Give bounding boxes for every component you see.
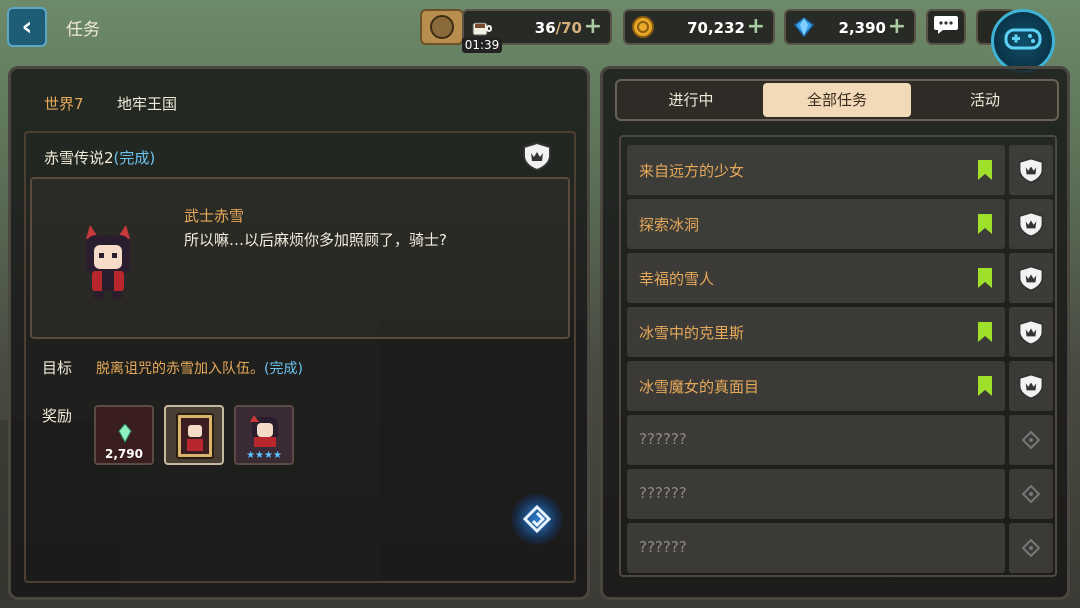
list-item[interactable]: ?????? — [627, 469, 1005, 519]
list-item[interactable]: 冰雪魔女的真面目 — [627, 361, 1005, 411]
shield-icon — [520, 141, 554, 175]
compass-icon[interactable] — [420, 9, 464, 45]
stamina-plus-icon[interactable]: + — [584, 14, 602, 39]
bookmark-icon — [977, 321, 993, 343]
reward-hero-portrait[interactable]: ★★★★ — [234, 405, 294, 465]
quest-list-panel: 进行中 全部任务 活动 来自远方的少女 探索冰洞 幸福的雪人 冰雪中的克里斯 冰… — [600, 66, 1070, 600]
quest-name: 冰雪中的克里斯 — [639, 324, 745, 342]
list-item[interactable]: 来自远方的少女 — [627, 145, 1005, 195]
gold-coin-icon — [631, 15, 655, 43]
locked-diamond-icon — [1009, 469, 1053, 519]
tab-all-quests[interactable]: 全部任务 — [763, 83, 911, 117]
reward-label: 奖励 — [42, 407, 73, 425]
bookmark-icon — [977, 213, 993, 235]
shield-icon — [1009, 199, 1053, 249]
rune-glyph-icon[interactable] — [511, 493, 563, 545]
quest-title: 赤雪传说2(完成) — [44, 149, 156, 167]
tab-in-progress[interactable]: 进行中 — [619, 83, 763, 117]
npc-name: 武士赤雪 — [184, 207, 245, 225]
shield-icon — [1009, 307, 1053, 357]
chat-bubble-icon — [933, 14, 959, 40]
list-item[interactable]: ?????? — [627, 415, 1005, 465]
quest-tabs: 进行中 全部任务 活动 — [615, 79, 1059, 121]
diamond-icon — [792, 15, 816, 43]
gamepad-button[interactable] — [991, 9, 1055, 73]
list-item[interactable]: 幸福的雪人 — [627, 253, 1005, 303]
gem-counter[interactable]: 2,390 + — [784, 9, 916, 45]
tab-events[interactable]: 活动 — [913, 83, 1057, 117]
gem-value: 2,390 — [838, 19, 886, 37]
quest-name: 幸福的雪人 — [639, 270, 715, 288]
chevron-left-icon: ‹ — [21, 12, 33, 42]
quest-detail-panel: 世界7 地牢王国 赤雪传说2(完成) 武士赤雪 所以嘛…以后麻烦你多加照顾了，骑… — [8, 66, 590, 600]
gem-icon — [118, 423, 132, 447]
quest-name: ?????? — [639, 538, 687, 556]
reward-gem[interactable]: 2,790 — [94, 405, 154, 465]
gem-plus-icon[interactable]: + — [888, 14, 906, 39]
list-item[interactable]: 探索冰洞 — [627, 199, 1005, 249]
hero-portrait-icon — [246, 413, 284, 451]
gold-counter[interactable]: 70,232 + — [623, 9, 775, 45]
reward-hero-stars: ★★★★ — [246, 450, 282, 461]
bookmark-icon — [977, 375, 993, 397]
gamepad-icon — [1004, 25, 1042, 57]
goal-text: 脱离诅咒的赤雪加入队伍。(完成) — [96, 361, 303, 377]
back-button[interactable]: ‹ — [7, 7, 47, 47]
list-item[interactable]: ?????? — [627, 523, 1005, 573]
chat-button[interactable] — [926, 9, 966, 45]
gold-value: 70,232 — [687, 19, 745, 37]
quest-name: 来自远方的少女 — [639, 162, 745, 180]
breadcrumb-world: 世界7 — [44, 95, 84, 113]
shield-icon — [1009, 253, 1053, 303]
stamina-value: 36/70 — [534, 19, 582, 37]
quest-name: ?????? — [639, 430, 687, 448]
goal-label: 目标 — [42, 359, 73, 377]
hero-card-icon — [176, 413, 214, 463]
reward-gem-count: 2,790 — [105, 447, 143, 461]
bookmark-icon — [977, 267, 993, 289]
locked-diamond-icon — [1009, 523, 1053, 573]
shield-icon — [1009, 145, 1053, 195]
quest-name: 冰雪魔女的真面目 — [639, 378, 760, 396]
breadcrumb-region: 地牢王国 — [117, 95, 178, 113]
stamina-timer: 01:39 — [462, 37, 502, 53]
page-title: 任务 — [66, 20, 100, 40]
npc-dialog-line: 所以嘛…以后麻烦你多加照顾了，骑士? — [184, 231, 447, 249]
shield-icon — [1009, 361, 1053, 411]
quest-name: 探索冰洞 — [639, 216, 700, 234]
top-bar: ‹ 任务 36/70 + 01:39 70,232 + 2,390 + — [0, 0, 1080, 73]
quest-list: 来自远方的少女 探索冰洞 幸福的雪人 冰雪中的克里斯 冰雪魔女的真面目 ????… — [619, 135, 1057, 577]
npc-portrait — [72, 215, 144, 301]
quest-name: ?????? — [639, 484, 687, 502]
locked-diamond-icon — [1009, 415, 1053, 465]
npc-dialog: 武士赤雪 所以嘛…以后麻烦你多加照顾了，骑士? — [30, 177, 570, 339]
list-item[interactable]: 冰雪中的克里斯 — [627, 307, 1005, 357]
bookmark-icon — [977, 159, 993, 181]
gold-plus-icon[interactable]: + — [747, 14, 765, 39]
reward-hero-card[interactable] — [164, 405, 224, 465]
quest-detail-box: 赤雪传说2(完成) 武士赤雪 所以嘛…以后麻烦你多加照顾了，骑士? 目标 脱离诅… — [24, 131, 576, 583]
